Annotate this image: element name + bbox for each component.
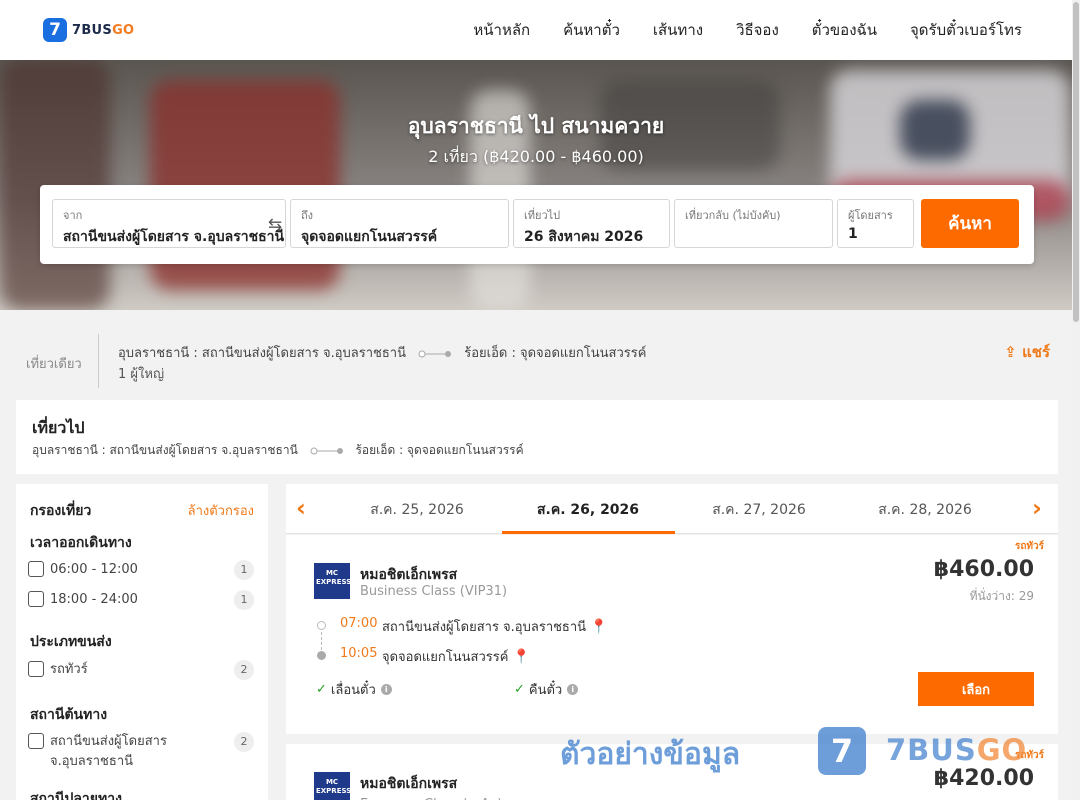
outbound-route: อุบลราชธานี : สถานีขนส่งผู้โดยสาร จ.อุบล… <box>32 443 524 457</box>
transport-type-heading: ประเภทขนส่ง <box>30 634 112 650</box>
vehicle-type-badge: รถทัวร์ <box>1014 541 1044 552</box>
count-badge: 2 <box>234 732 254 752</box>
count-badge: 1 <box>234 560 254 580</box>
operator-logo: MC EXPRESS <box>314 772 351 800</box>
outbound-section-header: เที่ยวไป อุบลราชธานี : สถานีขนส่งผู้โดยส… <box>16 400 1058 474</box>
filter-option[interactable]: 18:00 - 24:00 1 <box>28 590 256 610</box>
nav-pickup-points[interactable]: จุดรับตั๋วเบอร์โทร <box>910 18 1022 42</box>
select-trip-button[interactable]: เลือก <box>918 672 1034 706</box>
map-pin-icon[interactable]: 📍 <box>590 619 607 635</box>
operator-name: หมอชิตเอ็กเพรส <box>360 567 458 583</box>
ticket-price: ฿460.00 <box>933 557 1034 582</box>
seat-class: Business Class (VIP31) <box>360 584 508 599</box>
nav-how-to-book[interactable]: วิธีจอง <box>736 18 779 42</box>
depart-date-value: 26 สิงหาคม 2026 <box>524 229 644 245</box>
filter-option[interactable]: สถานีขนส่งผู้โดยสาร จ.อุบลราชธานี 2 <box>28 732 256 772</box>
logo-text: 7BUSGO <box>72 22 135 38</box>
sample-data-watermark: ตัวอย่างข้อมูล <box>560 737 741 772</box>
checkbox[interactable] <box>28 733 44 749</box>
operator-logo: MC EXPRESS <box>314 563 351 599</box>
search-form: จาก สถานีขนส่งผู้โดยสาร จ.อุบลราชธานี ⇆ … <box>40 185 1034 264</box>
to-field[interactable]: ถึง จุดจอดแยกโนนสวรรค์ <box>290 199 509 248</box>
trip-summary-bar: เที่ยวเดียว อุบลราชธานี : สถานีขนส่งผู้โ… <box>0 310 1072 400</box>
date-tab[interactable]: ส.ค. 25, 2026 <box>342 499 492 521</box>
date-tab-active[interactable]: ส.ค. 26, 2026 <box>513 499 663 521</box>
timeline-end-icon <box>317 651 326 660</box>
logo-mark-icon: 7 <box>43 18 67 42</box>
nav-my-tickets[interactable]: ตั๋วของฉัน <box>812 18 877 42</box>
destination-station-heading: สถานีปลายทาง <box>30 791 122 800</box>
page-scrollbar[interactable] <box>1072 0 1080 800</box>
filter-option[interactable]: 06:00 - 12:00 1 <box>28 560 256 580</box>
depart-date-field[interactable]: เที่ยวไป 26 สิงหาคม 2026 <box>513 199 670 248</box>
count-badge: 1 <box>234 590 254 610</box>
route-summary: 2 เที่ยว (฿420.00 - ฿460.00) <box>428 147 644 166</box>
origin-station-heading: สถานีต้นทาง <box>30 707 108 723</box>
to-value: จุดจอดแยกโนนสวรรค์ <box>301 229 438 245</box>
date-tab[interactable]: ส.ค. 28, 2026 <box>850 499 1000 521</box>
reschedule-feature: ✓ เลื่อนตั๋ว i <box>316 679 392 700</box>
refund-feature: ✓ คืนตั๋ว i <box>514 679 579 700</box>
trip-result-card: รถทัวร์ MC EXPRESS หมอชิตเอ็กเพรส Busine… <box>286 535 1058 734</box>
from-field[interactable]: จาก สถานีขนส่งผู้โดยสาร จ.อุบลราชธานี <box>52 199 286 248</box>
return-date-field[interactable]: เที่ยวกลับ (ไม่บังคับ) <box>674 199 833 248</box>
seat-class: Economy Class (ม.4ข) <box>360 793 502 800</box>
hero-banner: อุบลราชธานี ไป สนามควาย 2 เที่ยว (฿420.0… <box>0 60 1072 310</box>
check-icon: ✓ <box>316 682 327 697</box>
filter-panel: กรองเที่ยว ล้างตัวกรอง เวลาออกเดินทาง 06… <box>16 484 268 800</box>
filter-option[interactable]: รถทัวร์ 2 <box>28 660 256 680</box>
from-value: สถานีขนส่งผู้โดยสาร จ.อุบลราชธานี <box>63 229 285 245</box>
trip-type: เที่ยวเดียว <box>26 357 82 372</box>
passenger-summary: 1 ผู้ใหญ่ <box>118 367 165 382</box>
share-icon: ⇪ <box>1004 343 1017 361</box>
check-icon: ✓ <box>514 682 525 697</box>
arrive-time: 10:05 <box>340 646 378 661</box>
date-tab[interactable]: ส.ค. 27, 2026 <box>684 499 834 521</box>
active-tab-indicator <box>502 531 675 534</box>
top-navbar: 7 7BUSGO หน้าหลัก ค้นหาตั๋ว เส้นทาง วิธี… <box>0 0 1072 60</box>
outbound-title: เที่ยวไป <box>32 418 85 437</box>
clear-filter-link[interactable]: ล้างตัวกรอง <box>188 500 254 521</box>
brand-logo[interactable]: 7 7BUSGO <box>43 18 134 42</box>
watermark-brand: 7BUSGO <box>886 733 1028 767</box>
chevron-right-icon[interactable]: › <box>1032 494 1042 522</box>
filter-title: กรองเที่ยว <box>30 503 92 519</box>
depart-time-heading: เวลาออกเดินทาง <box>30 535 132 551</box>
date-tabs: ‹ ส.ค. 25, 2026 ส.ค. 26, 2026 ส.ค. 27, 2… <box>286 484 1058 534</box>
share-button[interactable]: ⇪ แชร์ <box>1004 340 1050 364</box>
main-menu: หน้าหลัก ค้นหาตั๋ว เส้นทาง วิธีจอง ตั๋วข… <box>440 0 1022 60</box>
trip-route: อุบลราชธานี : สถานีขนส่งผู้โดยสาร จ.อุบล… <box>118 346 647 361</box>
checkbox[interactable] <box>28 591 44 607</box>
nav-search-ticket[interactable]: ค้นหาตั๋ว <box>563 18 620 42</box>
swap-icon[interactable]: ⇆ <box>265 215 285 235</box>
available-seats: ที่นั่งว่าง: 29 <box>969 589 1034 603</box>
checkbox[interactable] <box>28 661 44 677</box>
depart-time: 07:00 <box>340 616 378 631</box>
passenger-field[interactable]: ผู้โดยสาร 1 <box>837 199 914 248</box>
count-badge: 2 <box>234 660 254 680</box>
arrive-place: จุดจอดแยกโนนสวรรค์ 📍 <box>382 649 530 665</box>
route-connector-icon <box>310 447 343 454</box>
chevron-left-icon[interactable]: ‹ <box>296 494 306 522</box>
watermark-logo-icon: 7 <box>818 727 866 775</box>
map-pin-icon[interactable]: 📍 <box>512 649 529 665</box>
info-icon[interactable]: i <box>380 684 392 695</box>
depart-place: สถานีขนส่งผู้โดยสาร จ.อุบลราชธานี 📍 <box>382 619 608 635</box>
timeline-start-icon <box>317 621 326 630</box>
search-button[interactable]: ค้นหา <box>921 199 1019 248</box>
nav-home[interactable]: หน้าหลัก <box>473 18 530 42</box>
operator-name: หมอชิตเอ็กเพรส <box>360 776 458 792</box>
info-icon[interactable]: i <box>567 684 579 695</box>
passenger-value: 1 <box>848 226 858 242</box>
scroll-thumb[interactable] <box>1073 2 1079 322</box>
route-title: อุบลราชธานี ไป สนามควาย <box>407 114 665 138</box>
nav-routes[interactable]: เส้นทาง <box>653 18 703 42</box>
route-connector-icon <box>418 350 452 357</box>
ticket-price: ฿420.00 <box>933 766 1034 791</box>
checkbox[interactable] <box>28 561 44 577</box>
